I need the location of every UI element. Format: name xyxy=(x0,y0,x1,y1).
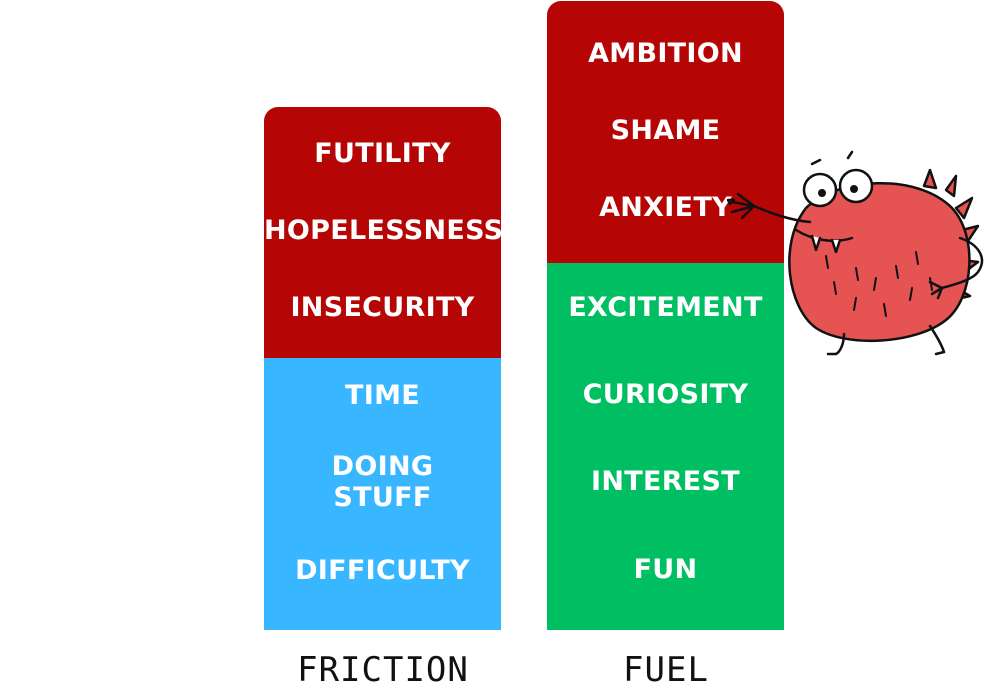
fuel-label-2: SHAME xyxy=(610,115,721,146)
friction-label-5: DOING STUFF xyxy=(331,451,434,513)
friction-neutral-segment: TIME DOING STUFF DIFFICULTY xyxy=(264,358,501,630)
friction-label-3: INSECURITY xyxy=(290,292,475,323)
fuel-label-5: CURIOSITY xyxy=(582,379,749,410)
friction-negative-segment: FUTILITY HOPELESSNESS INSECURITY xyxy=(264,107,504,358)
friction-column: FUTILITY HOPELESSNESS INSECURITY TIME DO… xyxy=(264,107,504,630)
monster-illustration xyxy=(726,150,984,356)
fuel-label-1: AMBITION xyxy=(588,38,743,69)
fuel-label-7: FUN xyxy=(633,554,698,585)
friction-label-1: FUTILITY xyxy=(314,138,451,169)
friction-label-6: DIFFICULTY xyxy=(295,555,470,586)
friction-label-2: HOPELESSNESS xyxy=(264,215,504,246)
friction-title: FRICTION xyxy=(297,650,469,690)
fuel-title: FUEL xyxy=(623,650,709,690)
fuel-label-6: INTEREST xyxy=(590,466,740,497)
friction-label-4: TIME xyxy=(345,380,420,411)
